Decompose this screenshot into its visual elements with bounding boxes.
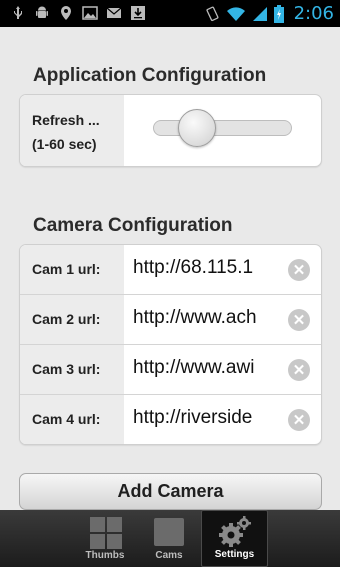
- usb-icon: [14, 6, 22, 19]
- android-icon: [36, 6, 48, 18]
- cam-2-clear-button[interactable]: ✕: [288, 309, 310, 331]
- cam-3-url-input[interactable]: http://www.awi: [133, 357, 288, 379]
- cam-1-clear-button[interactable]: ✕: [288, 259, 310, 281]
- tab-settings[interactable]: Settings: [201, 510, 268, 567]
- bottom-tab-bar: Thumbs Cams Settings: [0, 510, 340, 567]
- status-bar: 2:06: [0, 0, 340, 27]
- cam-4-clear-button[interactable]: ✕: [288, 409, 310, 431]
- tab-cams[interactable]: Cams: [136, 510, 202, 567]
- refresh-label: Refresh ...: [32, 112, 100, 128]
- close-icon: ✕: [292, 262, 306, 279]
- location-icon: [61, 6, 71, 20]
- application-configuration-title: Application Configuration: [33, 65, 267, 86]
- camera-view-icon: [154, 518, 184, 546]
- close-icon: ✕: [292, 362, 306, 379]
- cam-1-url-input[interactable]: http://68.115.1: [133, 257, 288, 279]
- refresh-range-label: (1-60 sec): [32, 136, 97, 152]
- wifi-icon: [226, 6, 245, 21]
- grid-icon: [90, 517, 122, 549]
- cam-row-2: Cam 2 url: http://www.ach ✕: [20, 294, 321, 344]
- status-clock: 2:06: [293, 3, 334, 24]
- image-icon: [82, 6, 98, 20]
- add-camera-button[interactable]: Add Camera: [19, 473, 322, 510]
- mail-icon: [106, 7, 122, 18]
- cam-4-url-input[interactable]: http://riverside: [133, 407, 288, 429]
- refresh-slider-thumb[interactable]: [178, 109, 216, 147]
- battery-icon: [273, 4, 284, 23]
- cam-row-3: Cam 3 url: http://www.awi ✕: [20, 344, 321, 394]
- close-icon: ✕: [292, 312, 306, 329]
- camera-list-card: Cam 1 url: http://68.115.1 ✕ Cam 2 url: …: [19, 244, 322, 445]
- tab-cams-label: Cams: [155, 550, 183, 561]
- cam-4-label: Cam 4 url:: [32, 411, 101, 427]
- settings-content[interactable]: Application Configuration Refresh ... (1…: [0, 27, 340, 510]
- cam-3-label: Cam 3 url:: [32, 361, 101, 377]
- cam-2-label: Cam 2 url:: [32, 311, 101, 327]
- refresh-slider-track[interactable]: [153, 120, 292, 136]
- cam-2-url-input[interactable]: http://www.ach: [133, 307, 288, 329]
- close-icon: ✕: [292, 412, 306, 429]
- download-icon: [131, 6, 145, 20]
- cam-row-1: Cam 1 url: http://68.115.1 ✕: [20, 245, 321, 294]
- gear-icon: [219, 516, 251, 547]
- tab-thumbs[interactable]: Thumbs: [72, 510, 138, 567]
- tab-settings-label: Settings: [214, 549, 255, 560]
- refresh-label-cell: Refresh ... (1-60 sec): [20, 95, 124, 166]
- cam-3-clear-button[interactable]: ✕: [288, 359, 310, 381]
- tab-thumbs-label: Thumbs: [85, 550, 125, 561]
- camera-configuration-title: Camera Configuration: [33, 215, 233, 236]
- cam-row-4: Cam 4 url: http://riverside ✕: [20, 394, 321, 444]
- vibrate-icon: [206, 6, 219, 21]
- cam-1-label: Cam 1 url:: [32, 261, 101, 277]
- signal-icon: [252, 6, 267, 21]
